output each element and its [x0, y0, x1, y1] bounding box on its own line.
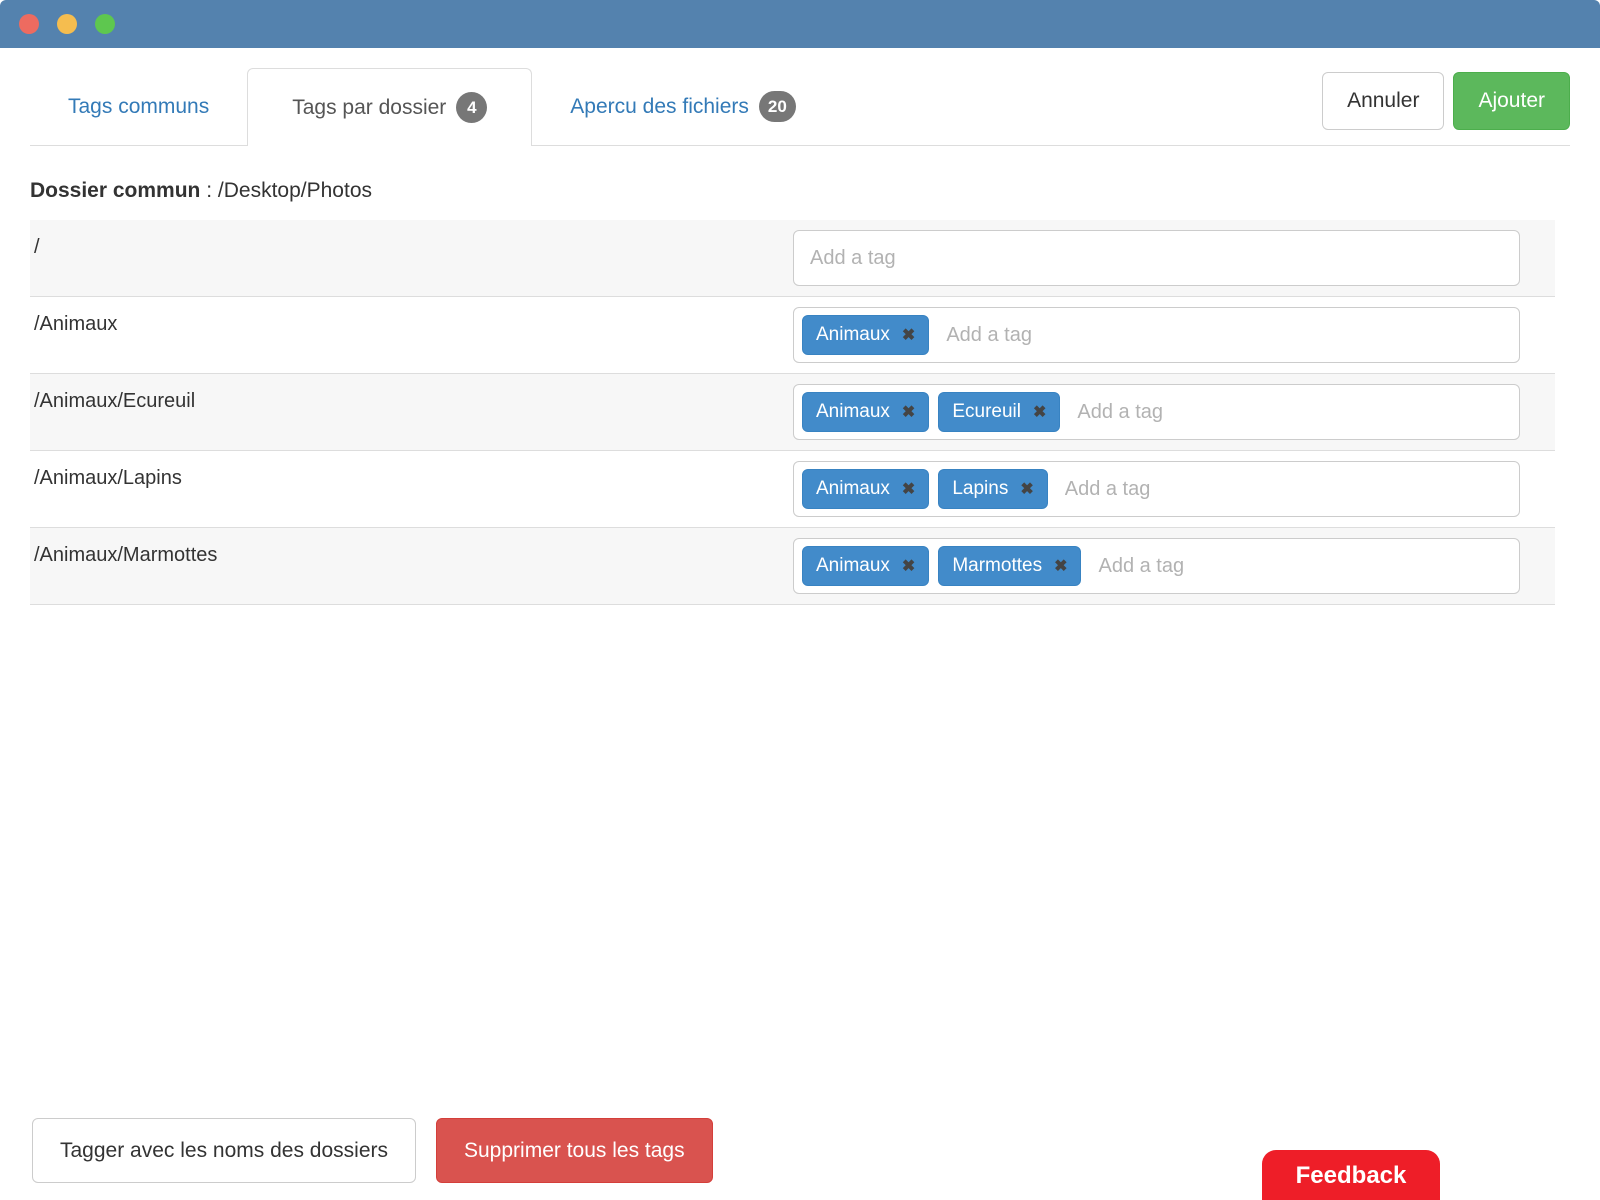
tag-input-box[interactable]: [793, 230, 1520, 286]
folder-path: /: [34, 230, 793, 286]
table-row: /: [30, 220, 1555, 296]
add-button[interactable]: Ajouter: [1453, 72, 1570, 130]
tag-label: Animaux: [816, 478, 890, 500]
add-tag-input[interactable]: [1090, 547, 1511, 586]
tag-chip: Ecureuil ✖: [938, 392, 1060, 432]
common-folder-separator: :: [200, 179, 218, 202]
add-tag-input[interactable]: [802, 239, 1511, 278]
folder-path: /Animaux/Marmottes: [34, 538, 793, 594]
feedback-button[interactable]: Feedback: [1262, 1150, 1440, 1200]
remove-tag-icon[interactable]: ✖: [902, 556, 915, 576]
tag-label: Marmottes: [952, 555, 1042, 577]
tab-label: Tags communs: [68, 95, 209, 119]
remove-tag-icon[interactable]: ✖: [902, 402, 915, 422]
tab-tags-par-dossier[interactable]: Tags par dossier 4: [247, 68, 532, 146]
tag-input-box[interactable]: Animaux ✖ Marmottes ✖: [793, 538, 1520, 594]
common-folder-heading: Dossier commun : /Desktop/Photos: [30, 179, 1570, 203]
zoom-window-button[interactable]: [95, 14, 115, 34]
remove-tag-icon[interactable]: ✖: [1054, 556, 1067, 576]
folder-path: /Animaux/Ecureuil: [34, 384, 793, 440]
tag-chip: Animaux ✖: [802, 392, 929, 432]
tab-label: Tags par dossier: [292, 96, 446, 120]
window-titlebar: [0, 0, 1600, 48]
tag-input-box[interactable]: Animaux ✖ Ecureuil ✖: [793, 384, 1520, 440]
tab-label: Apercu des fichiers: [570, 95, 749, 119]
tag-chip: Lapins ✖: [938, 469, 1047, 509]
table-row: /Animaux Animaux ✖: [30, 296, 1555, 373]
add-tag-input[interactable]: [1069, 393, 1511, 432]
tab-tags-communs[interactable]: Tags communs: [30, 68, 247, 145]
table-row: /Animaux/Ecureuil Animaux ✖ Ecureuil ✖: [30, 373, 1555, 450]
tag-input-box[interactable]: Animaux ✖ Lapins ✖: [793, 461, 1520, 517]
tag-with-folder-names-button[interactable]: Tagger avec les noms des dossiers: [32, 1118, 416, 1183]
common-folder-path: /Desktop/Photos: [218, 179, 372, 202]
tag-label: Animaux: [816, 401, 890, 423]
cancel-button[interactable]: Annuler: [1322, 72, 1444, 130]
remove-tag-icon[interactable]: ✖: [902, 479, 915, 499]
table-row: /Animaux/Marmottes Animaux ✖ Marmottes ✖: [30, 527, 1555, 604]
tag-chip: Animaux ✖: [802, 315, 929, 355]
tag-input-box[interactable]: Animaux ✖: [793, 307, 1520, 363]
header-actions: Annuler Ajouter: [1322, 72, 1570, 130]
table-row: /Animaux/Lapins Animaux ✖ Lapins ✖: [30, 450, 1555, 527]
tab-count-badge: 20: [759, 91, 796, 122]
folder-path: /Animaux/Lapins: [34, 461, 793, 517]
tag-chip: Animaux ✖: [802, 546, 929, 586]
remove-tag-icon[interactable]: ✖: [902, 325, 915, 345]
remove-tag-icon[interactable]: ✖: [1033, 402, 1046, 422]
common-folder-label: Dossier commun: [30, 179, 200, 202]
tag-chip: Marmottes ✖: [938, 546, 1081, 586]
tag-chip: Animaux ✖: [802, 469, 929, 509]
tab-apercu-des-fichiers[interactable]: Apercu des fichiers 20: [532, 68, 834, 145]
tag-label: Animaux: [816, 324, 890, 346]
close-window-button[interactable]: [19, 14, 39, 34]
tag-label: Lapins: [952, 478, 1008, 500]
minimize-window-button[interactable]: [57, 14, 77, 34]
add-tag-input[interactable]: [938, 316, 1511, 355]
tab-count-badge: 4: [456, 92, 487, 123]
add-tag-input[interactable]: [1057, 470, 1511, 509]
tag-label: Ecureuil: [952, 401, 1021, 423]
footer-actions: Tagger avec les noms des dossiers Suppri…: [32, 1118, 713, 1183]
folder-tag-table: / /Animaux Animaux ✖ /Animaux/Ecureuil An…: [30, 220, 1555, 605]
tag-label: Animaux: [816, 555, 890, 577]
header-row: Tags communs Tags par dossier 4 Apercu d…: [30, 68, 1570, 146]
folder-path: /Animaux: [34, 307, 793, 363]
remove-tag-icon[interactable]: ✖: [1020, 479, 1033, 499]
remove-all-tags-button[interactable]: Supprimer tous les tags: [436, 1118, 713, 1183]
